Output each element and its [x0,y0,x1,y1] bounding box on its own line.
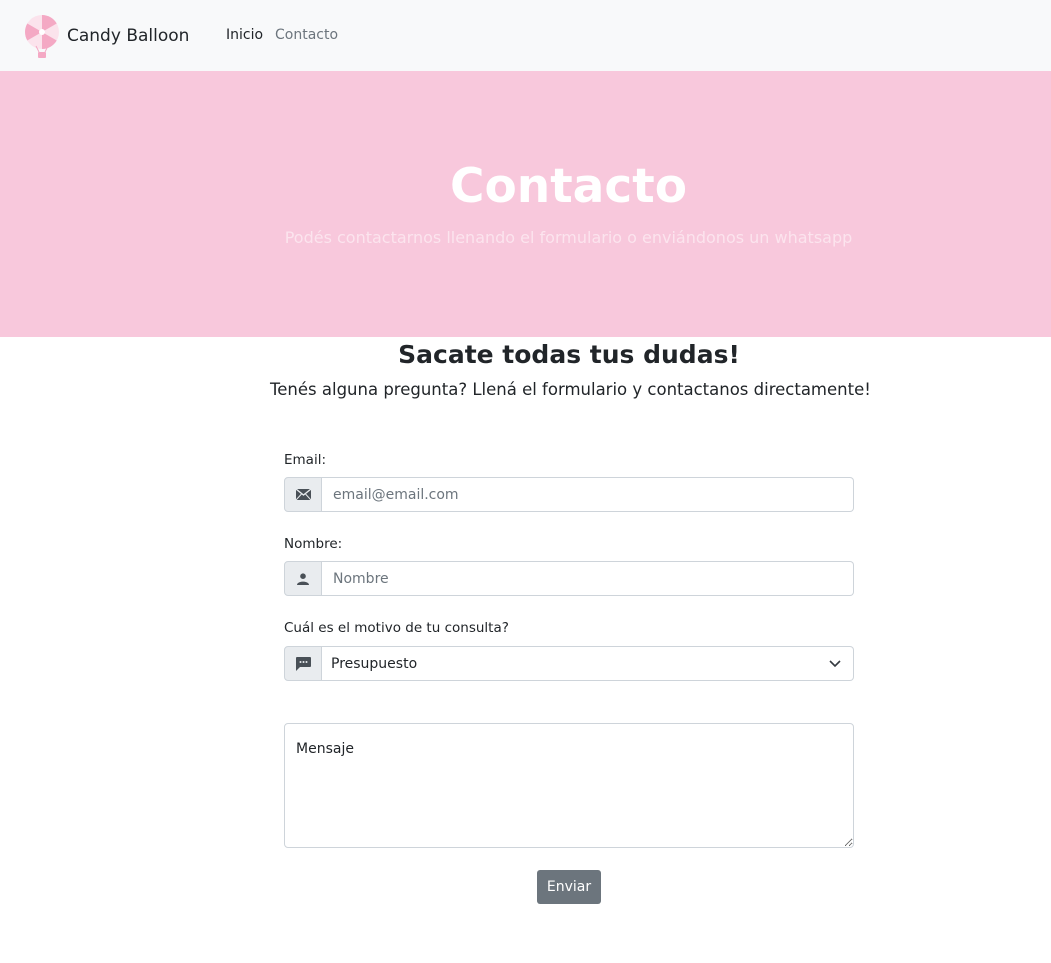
email-addon [284,477,322,512]
navbar: Candy Balloon Inicio Contacto [0,0,1051,71]
envelope-icon [295,489,311,500]
hero-banner: Contacto Podés contactarnos llenando el … [0,71,1051,337]
reason-label: Cuál es el motivo de tu consulta? [284,620,509,636]
nav-link-contacto[interactable]: Contacto [275,27,338,43]
reason-select[interactable]: Presupuesto [322,646,854,681]
reason-addon [284,646,322,681]
section-lead: Tenés alguna pregunta? Llená el formular… [270,380,871,399]
email-field[interactable] [322,477,854,512]
person-icon [297,572,309,585]
reason-input-group: Presupuesto [284,646,854,681]
name-addon [284,561,322,596]
reason-select-value: Presupuesto [331,655,418,672]
message-textarea[interactable] [284,723,854,848]
name-label: Nombre: [284,536,343,552]
candy-balloon-logo-icon [25,15,59,58]
nav-link-inicio[interactable]: Inicio [226,27,263,43]
name-input-group [284,561,854,596]
hero-title: Contacto [449,159,688,214]
section-title: Sacate todas tus dudas! [398,340,740,369]
submit-button[interactable]: Enviar [537,870,601,904]
email-input-group [284,477,854,512]
brand-name: Candy Balloon [67,26,190,46]
brand-link[interactable]: Candy Balloon [22,12,189,60]
email-label: Email: [284,452,327,468]
name-field[interactable] [322,561,854,596]
chevron-down-icon [829,660,841,668]
chat-icon [295,656,311,671]
hero-subtitle: Podés contactarnos llenando el formulari… [284,228,853,247]
